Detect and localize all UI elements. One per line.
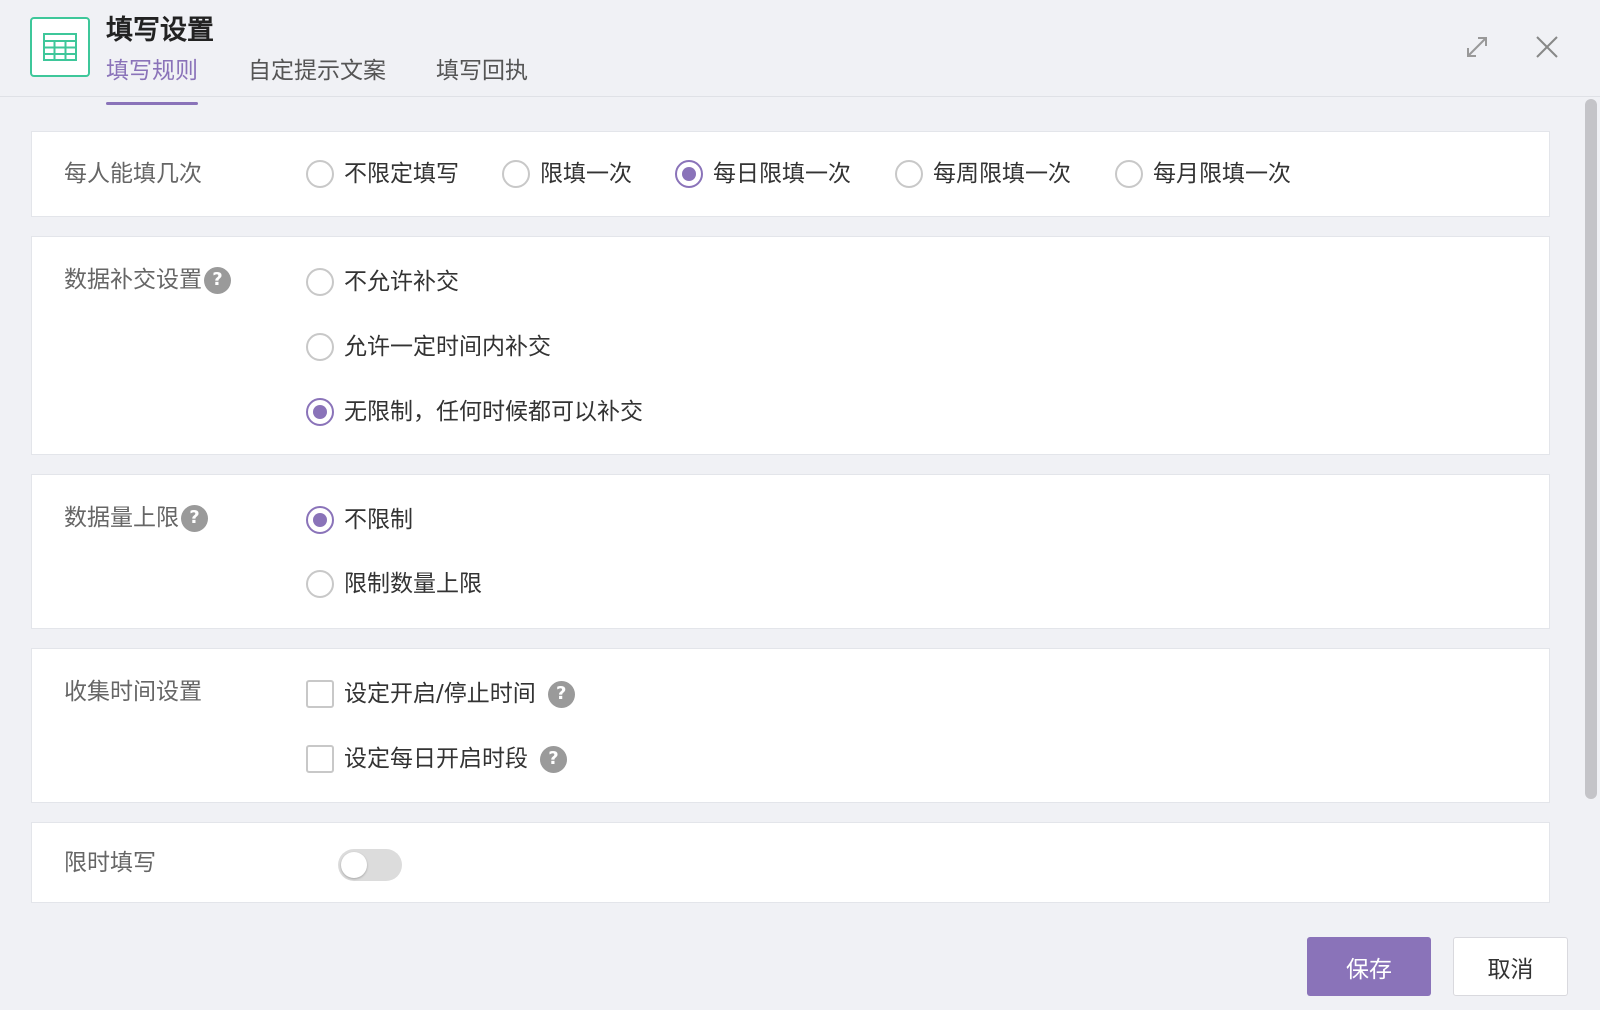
radio-circle-selected [675,160,703,188]
cancel-button[interactable]: 取消 [1453,937,1568,996]
timed-fill-label: 限时填写 [64,850,156,876]
help-icon[interactable]: ? [540,745,567,773]
dialog-header: 填写设置 填写规则 自定提示文案 填写回执 [0,0,1600,105]
tab-custom-prompt[interactable]: 自定提示文案 [248,54,386,97]
timed-fill-card: 限时填写 [31,822,1550,903]
close-icon[interactable] [1532,32,1562,62]
radio-daily-once[interactable]: 每日限填一次 [675,159,851,189]
radio-weekly-once[interactable]: 每周限填一次 [895,159,1071,189]
tab-fill-receipt[interactable]: 填写回执 [436,54,528,97]
radio-circle-selected [306,506,334,534]
timed-fill-toggle[interactable] [338,849,402,881]
collect-time-card: 收集时间设置 设定开启/停止时间 ? 设定每日开启时段 ? [31,648,1550,803]
radio-circle [502,160,530,188]
radio-no-limit[interactable]: 不限制 [306,505,413,535]
expand-icon[interactable] [1462,32,1492,62]
scroll-thumb[interactable] [1585,99,1597,799]
save-button[interactable]: 保存 [1307,937,1431,996]
resubmit-card: 数据补交设置 ? 不允许补交 允许一定时间内补交 无限制，任何时候都可以补交 [31,236,1550,455]
radio-circle [306,160,334,188]
radio-circle [306,333,334,361]
radio-fill-once[interactable]: 限填一次 [502,159,632,189]
radio-limit-count[interactable]: 限制数量上限 [306,569,482,599]
scrollbar[interactable] [1584,97,1598,897]
toggle-knob [341,852,367,878]
help-icon[interactable]: ? [547,680,575,708]
resubmit-label: 数据补交设置 ? [64,265,231,295]
help-icon[interactable]: ? [181,504,208,532]
radio-circle [306,570,334,598]
table-icon [30,17,90,77]
fill-count-label: 每人能填几次 [64,161,202,187]
data-limit-label: 数据量上限 ? [64,503,208,533]
radio-timed-resubmit[interactable]: 允许一定时间内补交 [306,332,551,362]
data-limit-card: 数据量上限 ? 不限制 限制数量上限 [31,474,1550,629]
help-icon[interactable]: ? [204,266,231,294]
fill-count-card: 每人能填几次 不限定填写 限填一次 每日限填一次 每周限填一次 每月限填一次 [31,131,1550,217]
checkbox-start-stop-time[interactable]: 设定开启/停止时间 ? [306,679,575,709]
radio-unlimited-fill[interactable]: 不限定填写 [306,159,459,189]
radio-no-resubmit[interactable]: 不允许补交 [306,267,459,297]
radio-monthly-once[interactable]: 每月限填一次 [1115,159,1291,189]
tab-bar: 填写规则 自定提示文案 填写回执 [106,54,578,105]
radio-circle [895,160,923,188]
radio-circle-selected [306,398,334,426]
radio-circle [306,268,334,296]
checkbox-box[interactable] [306,745,334,773]
fill-settings-dialog: 填写设置 填写规则 自定提示文案 填写回执 每人能填几次 不限定填写 限填一次 … [0,0,1600,1010]
radio-circle [1115,160,1143,188]
checkbox-daily-period[interactable]: 设定每日开启时段 ? [306,744,567,774]
checkbox-box[interactable] [306,680,334,708]
radio-unlimited-resubmit[interactable]: 无限制，任何时候都可以补交 [306,397,643,427]
tab-fill-rules[interactable]: 填写规则 [106,54,198,105]
settings-content: 每人能填几次 不限定填写 限填一次 每日限填一次 每周限填一次 每月限填一次 数… [0,97,1582,903]
collect-time-label: 收集时间设置 [64,679,202,705]
dialog-title: 填写设置 [106,15,214,46]
